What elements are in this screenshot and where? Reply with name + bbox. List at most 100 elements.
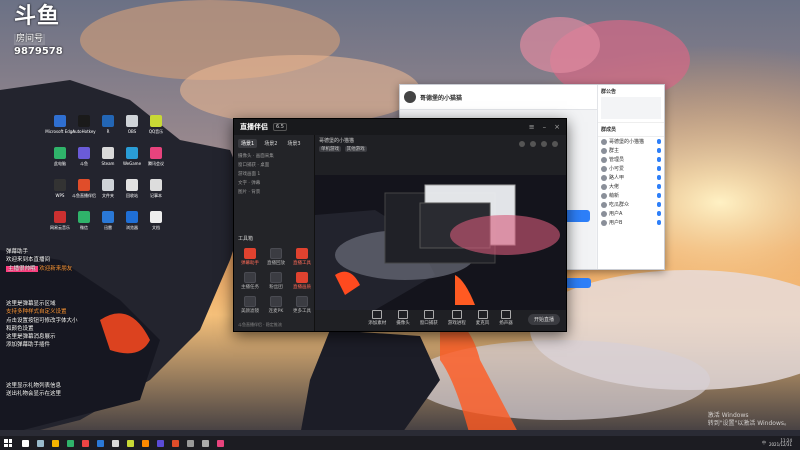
desktop-icon[interactable]: QQ音乐 [141, 115, 171, 147]
window-capture-button[interactable]: 窗口捕获 [420, 310, 438, 326]
desktop-icon-label: QQ音乐 [148, 129, 164, 134]
taskbar-icon[interactable] [52, 439, 59, 447]
message-icon[interactable] [530, 141, 536, 147]
desktop-icon[interactable]: 记事本 [141, 179, 171, 211]
mic-icon [477, 310, 488, 319]
add-source-button[interactable]: 添加素材 [368, 310, 386, 326]
taskbar-icon[interactable] [82, 439, 89, 447]
member-name: 管理员 [609, 157, 625, 163]
tool-button[interactable]: 直播回放 [264, 248, 288, 266]
action-label: 扬声器 [499, 321, 513, 326]
app-icon [78, 179, 90, 191]
taskbar-icon[interactable] [157, 439, 164, 447]
source-item[interactable]: 摄像头 · 画面采集 [238, 152, 310, 161]
game-capture-button[interactable]: 游戏进程 [448, 310, 466, 326]
send-button[interactable] [565, 278, 591, 288]
tool-button[interactable]: 粉丝团 [264, 272, 288, 290]
tool-label: 弹幕助手 [241, 261, 259, 266]
source-item[interactable]: 文字 · 弹幕 [238, 179, 310, 188]
tool-icon [270, 272, 282, 283]
avatar [601, 183, 607, 190]
member-item[interactable]: 吃瓜群众 [598, 200, 664, 209]
speaker-button[interactable]: 扬声器 [499, 310, 513, 326]
person-icon [657, 166, 661, 171]
taskbar-icon[interactable] [97, 439, 104, 447]
category-tag[interactable]: 其他游戏 [344, 146, 367, 152]
taskbar-icon[interactable] [22, 439, 29, 447]
member-item[interactable]: 用户A [598, 209, 664, 218]
tab-scene-2[interactable]: 场景2 [261, 139, 280, 148]
taskbar-icon[interactable] [187, 439, 194, 447]
room-label: 房间号 [14, 34, 46, 45]
tool-button[interactable]: 直播画质 [290, 272, 314, 290]
tool-button[interactable]: 更多工具 [290, 296, 314, 314]
member-item[interactable]: 小可爱 [598, 164, 664, 173]
minimize-icon[interactable]: – [543, 123, 547, 131]
tool-icon [296, 272, 308, 283]
stream-preview[interactable] [315, 175, 566, 310]
app-icon [126, 211, 138, 223]
gift-icon[interactable] [519, 141, 525, 147]
member-item[interactable]: 用户B [598, 218, 664, 227]
tool-button[interactable]: 连麦PK [264, 296, 288, 314]
settings-icon[interactable] [541, 141, 547, 147]
app-icon [102, 147, 114, 159]
member-name: 小可爱 [609, 166, 625, 172]
overlay-line: 支持多种样式自定义设置 [6, 309, 67, 316]
start-live-button[interactable]: 开始直播 [527, 314, 560, 325]
start-button[interactable] [4, 439, 12, 447]
language-indicator[interactable]: 中 [762, 440, 766, 446]
app-icon [78, 147, 90, 159]
overlay-line: 欢迎来到本直播间 [6, 257, 51, 264]
taskbar-icon[interactable] [217, 439, 224, 447]
taskbar: 中 11:24 2021/12/31 [0, 436, 800, 450]
taskbar-icon[interactable] [172, 439, 179, 447]
source-item[interactable]: 窗口捕获 · 桌面 [238, 161, 310, 170]
close-icon[interactable]: × [554, 123, 560, 131]
app-icon [126, 179, 138, 191]
tab-scene-1[interactable]: 场景1 [238, 139, 258, 148]
taskbar-icon[interactable] [37, 439, 44, 447]
desktop-icon[interactable]: 腾讯会议 [141, 147, 171, 179]
camera-button[interactable]: 摄像头 [396, 310, 410, 326]
member-name: 大佬 [609, 184, 620, 190]
tool-button[interactable]: 直播工具 [290, 248, 314, 266]
avatar [601, 219, 607, 226]
camera-icon [398, 310, 408, 319]
clock[interactable]: 11:24 2021/12/31 [769, 438, 792, 448]
member-item[interactable]: 管理员 [598, 155, 664, 164]
category-tag[interactable]: 单机游戏 [319, 146, 341, 152]
mic-button[interactable]: 麦克风 [476, 310, 489, 326]
avatar [601, 201, 607, 208]
taskbar-icon[interactable] [202, 439, 209, 447]
overlay-line: 这里是弹幕显示区域 [6, 301, 56, 307]
avatar[interactable] [404, 91, 416, 103]
app-titlebar: 直播伴侣 6.5 ≡ – × [234, 119, 566, 135]
brand-name: 直播伴侣 [240, 123, 268, 131]
tool-button[interactable]: 弹幕助手 [238, 248, 262, 266]
app-icon [54, 147, 66, 159]
tool-button[interactable]: 美颜滤镜 [238, 296, 262, 314]
taskbar-icon[interactable] [67, 439, 74, 447]
member-item[interactable]: 大佬 [598, 182, 664, 191]
user-icon[interactable] [552, 141, 558, 147]
group-notice[interactable]: 群公告 [598, 85, 664, 123]
action-label: 窗口捕获 [419, 321, 438, 326]
member-item[interactable]: 路人甲 [598, 173, 664, 182]
source-item[interactable]: 游戏画面 1 [238, 170, 310, 179]
taskbar-icon[interactable] [142, 439, 149, 447]
app-icon [126, 115, 138, 127]
app-icon [78, 115, 90, 127]
action-label: 添加素材 [368, 321, 387, 326]
tool-button[interactable]: 主播任务 [238, 272, 262, 290]
taskbar-icon[interactable] [112, 439, 119, 447]
member-item[interactable]: 群主 [598, 146, 664, 155]
taskbar-icon[interactable] [127, 439, 134, 447]
member-item[interactable]: 哥德堡的小猫猫 [598, 137, 664, 146]
menu-icon[interactable]: ≡ [529, 123, 535, 131]
desktop-icon[interactable]: 文档 [141, 211, 171, 243]
tab-scene-3[interactable]: 场景3 [284, 139, 303, 148]
member-item[interactable]: 萌新 [598, 191, 664, 200]
member-name: 哥德堡的小猫猫 [609, 139, 645, 145]
source-item[interactable]: 图片 · 背景 [238, 188, 310, 197]
